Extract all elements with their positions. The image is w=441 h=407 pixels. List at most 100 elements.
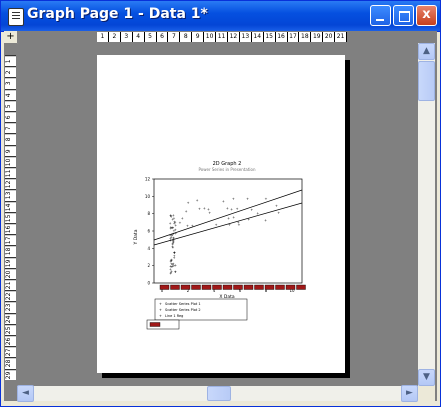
y-tick-label: 4	[147, 246, 150, 251]
size-grip[interactable]	[418, 386, 435, 401]
v-ruler-tick: 28	[5, 357, 16, 369]
scatter-point: +	[198, 207, 201, 211]
v-ruler-tick: 11	[5, 167, 16, 179]
v-ruler-tick: 20	[5, 267, 16, 280]
v-ruler-tick: 14	[5, 200, 16, 212]
v-ruler-tick: 19	[5, 256, 16, 268]
maximize-button[interactable]	[393, 5, 414, 26]
bar-segment	[254, 284, 264, 290]
scatter-point: +	[277, 211, 280, 215]
scatter-point: +	[169, 271, 172, 275]
h-ruler-tick: 10	[204, 32, 217, 42]
bar-segment	[222, 284, 233, 290]
y-tick-label: 0	[147, 281, 150, 286]
scroll-up-button[interactable]: ▲	[418, 43, 435, 60]
vertical-ruler: 1 2 3 4 5 6 7 8 9 10 11 12 13 14 15 16 17 18 19 20 21 22 23 24 2…	[4, 43, 17, 386]
scatter-point: +	[185, 209, 188, 213]
legend-marker: +	[159, 308, 162, 312]
h-ruler-tick: 12	[228, 32, 240, 42]
bar-segment	[180, 284, 191, 290]
legend-marker: +	[159, 314, 162, 318]
h-ruler-tick: 14	[252, 32, 264, 42]
v-ruler-tick: 3	[5, 77, 16, 89]
scatter-point: +	[181, 217, 184, 221]
down-arrow-icon: ▼	[423, 372, 430, 382]
window-title: Graph Page 1 - Data 1*	[27, 6, 208, 22]
bar-segment	[233, 284, 243, 290]
scatter-point: +	[227, 217, 230, 221]
scatter-point: +	[174, 270, 177, 274]
scatter-point: +	[236, 207, 239, 211]
v-ruler-tick: 17	[5, 234, 16, 246]
v-ruler-tick: 24	[5, 312, 16, 324]
close-button[interactable]: x	[416, 5, 437, 26]
h-ruler-tick: 4	[133, 32, 145, 42]
scatter-point: +	[174, 228, 177, 232]
title-bar[interactable]: Graph Page 1 - Data 1* x	[1, 1, 440, 32]
horizontal-scroll-thumb[interactable]	[207, 386, 231, 401]
h-ruler-tick: 15	[264, 32, 276, 42]
v-ruler-tick: 18	[5, 245, 16, 257]
scatter-point: +	[222, 200, 225, 204]
v-ruler-tick: 26	[5, 335, 16, 347]
scatter-point: +	[275, 204, 278, 208]
horizontal-ruler: 1 2 3 4 5 6 7 8 9 10 11 12 13 14 15 16 17 18 19 20 21	[17, 31, 437, 43]
h-ruler-tick: 3	[121, 32, 133, 42]
scroll-down-button[interactable]: ▼	[418, 369, 435, 386]
scatter-point: +	[208, 211, 211, 215]
scatter-point: +	[174, 221, 177, 225]
scroll-left-button[interactable]: ◄	[17, 385, 34, 402]
scatter-point: +	[178, 221, 181, 225]
v-ruler-tick: 29	[5, 368, 16, 380]
graph-svg[interactable]: 2D Graph 2 Power Series in Presentation …	[97, 55, 345, 373]
graph-page[interactable]: 2D Graph 2 Power Series in Presentation …	[97, 55, 345, 373]
minimize-button[interactable]	[370, 5, 391, 26]
v-ruler-tick: 5	[5, 99, 16, 112]
scatter-point: +	[250, 208, 253, 212]
minimize-icon	[376, 19, 384, 21]
scatter-point: +	[170, 226, 173, 230]
h-ruler-tick: 19	[311, 32, 324, 42]
scatter-point: +	[169, 221, 172, 225]
h-ruler-tick: 5	[145, 32, 157, 42]
maximize-icon	[399, 11, 410, 22]
v-ruler-tick: 21	[5, 279, 16, 291]
h-ruler-tick: 17	[288, 32, 300, 42]
graph-canvas-area[interactable]: + 1 2 3 4 5 6 7 8 9 10 11 12 13 14 15 16 17 18 19 20 21 1234…	[4, 31, 437, 402]
color-key-swatch	[149, 322, 161, 327]
v-ruler-tick: 16	[5, 223, 16, 235]
graph-page-icon[interactable]	[8, 8, 24, 26]
v-ruler-tick: 27	[5, 346, 16, 358]
bar-segment	[159, 284, 170, 290]
h-ruler-tick: 18	[299, 32, 312, 42]
scatter-point: +	[186, 224, 189, 228]
h-ruler-tick: 11	[216, 32, 228, 42]
bar-segment	[264, 284, 275, 290]
vertical-scrollbar[interactable]: ▲ ▼	[418, 43, 435, 386]
h-ruler-tick: 13	[240, 32, 252, 42]
scroll-right-button[interactable]: ►	[401, 385, 418, 402]
v-ruler-tick: 2	[5, 66, 16, 78]
legend-entry: Scatter Series Plot 1	[165, 302, 201, 306]
h-ruler-tick: 20	[323, 32, 336, 42]
v-ruler-tick: 1	[5, 55, 16, 67]
h-ruler-tick: 2	[109, 32, 121, 42]
close-icon: x	[422, 7, 431, 22]
h-ruler-tick: 16	[276, 32, 288, 42]
graph-window: Graph Page 1 - Data 1* x + 1 2 3 4 5 6 7 8 9 10 11…	[0, 0, 441, 407]
v-ruler-tick: 23	[5, 301, 16, 313]
v-ruler-tick: 6	[5, 111, 16, 123]
v-ruler-tick: 7	[5, 122, 16, 134]
horizontal-scrollbar[interactable]: ◄ ►	[17, 385, 418, 402]
scatter-point: +	[246, 197, 249, 201]
bar-segment	[191, 284, 201, 290]
scatter-point: +	[232, 197, 235, 201]
legend-entry: Scatter Series Plot 2	[165, 308, 201, 312]
vertical-scroll-thumb[interactable]	[418, 61, 435, 101]
bar-segment	[170, 284, 180, 290]
y-tick-label: 8	[147, 211, 150, 216]
bar-segment	[275, 284, 285, 290]
scatter-point: +	[237, 223, 240, 227]
scatter-point: +	[215, 223, 218, 227]
v-ruler-tick: 25	[5, 323, 16, 336]
